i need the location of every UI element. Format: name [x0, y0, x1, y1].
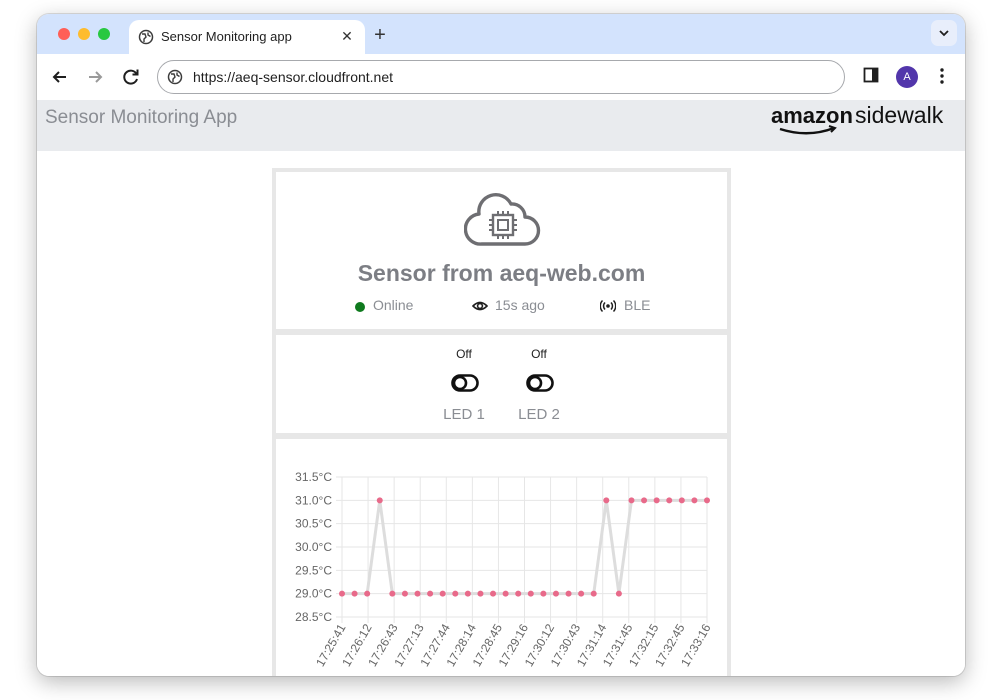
data-point [678, 497, 685, 504]
last-seen: 15s ago [495, 297, 545, 313]
data-point [704, 497, 710, 504]
tab-sensor-monitoring[interactable]: Sensor Monitoring app ✕ [129, 20, 365, 54]
y-tick-label: 31.5°C [295, 470, 332, 484]
y-tick-label: 29.5°C [295, 563, 332, 577]
minimize-window-button[interactable] [78, 28, 90, 40]
data-point [351, 590, 358, 597]
temperature-chart: 28.5°C 29.0°C 29.5°C 30.0°C 30.5°C 31.0°C 31.5… [295, 470, 714, 669]
data-point [452, 590, 459, 597]
data-point [603, 497, 610, 504]
online-status-dot [355, 302, 365, 312]
data-point [515, 590, 522, 597]
data-point [653, 497, 660, 504]
data-point [376, 497, 383, 504]
data-point [615, 590, 622, 597]
data-point [427, 590, 434, 597]
y-tick-label: 28.5°C [295, 610, 332, 624]
tab-title: Sensor Monitoring app [161, 29, 292, 44]
app-header: Sensor Monitoring App amazon sidewalk [37, 100, 965, 151]
data-point [590, 590, 597, 597]
new-tab-button[interactable]: + [369, 24, 391, 46]
data-point [552, 590, 559, 597]
url-text: https://aeq-sensor.cloudfront.net [193, 69, 394, 85]
data-point [364, 590, 371, 597]
tab-close-icon[interactable]: ✕ [337, 26, 357, 46]
data-point [414, 590, 421, 597]
led-2-label: LED 2 [518, 406, 560, 423]
page-content: Sensor Monitoring App amazon sidewalk Se… [37, 100, 965, 676]
globe-icon [138, 29, 154, 45]
amazon-smile-icon [779, 126, 835, 135]
y-tick-label: 30.0°C [295, 540, 332, 554]
data-point [628, 497, 635, 504]
more-menu-icon[interactable] [935, 66, 949, 86]
data-point [565, 590, 572, 597]
close-window-button[interactable] [58, 28, 70, 40]
data-point [540, 590, 547, 597]
browser-toolbar: https://aeq-sensor.cloudfront.net A [37, 54, 965, 100]
profile-avatar[interactable]: A [896, 66, 918, 88]
data-point [464, 590, 471, 597]
side-panel-icon[interactable] [863, 66, 879, 84]
chevron-down-icon [939, 30, 949, 37]
temperature-chart-card: 28.5°C 29.0°C 29.5°C 30.0°C 30.5°C 31.0°C 31.5… [276, 439, 727, 676]
eye-icon [472, 301, 488, 311]
y-tick-label: 31.0°C [295, 493, 332, 507]
data-point [666, 497, 673, 504]
data-point [401, 590, 408, 597]
amazon-sidewalk-logo: amazon sidewalk [771, 102, 944, 135]
sensor-panel: Sensor from aeq-web.com Online 15s ago B… [272, 168, 731, 676]
connection-type: BLE [624, 297, 651, 313]
logo-word-amazon: amazon [771, 103, 853, 128]
data-point [578, 590, 585, 597]
app-title: Sensor Monitoring App [45, 107, 238, 128]
forward-arrow-icon[interactable] [83, 65, 107, 89]
data-point [439, 590, 446, 597]
data-point [502, 590, 509, 597]
data-point [641, 497, 648, 504]
data-point [691, 497, 698, 504]
back-arrow-icon[interactable] [48, 65, 72, 89]
sensor-info-card: Sensor from aeq-web.com Online 15s ago B… [276, 172, 727, 329]
tab-search-button[interactable] [931, 20, 957, 46]
led-1-toggle[interactable] [451, 374, 479, 392]
site-info-icon[interactable] [167, 69, 183, 85]
reload-icon[interactable] [119, 65, 143, 89]
led-controls-card: Off LED 1 Off LED 2 [276, 335, 727, 433]
data-point [477, 590, 484, 597]
led-2-toggle[interactable] [526, 374, 554, 392]
data-point [389, 590, 396, 597]
sensor-name: Sensor from aeq-web.com [357, 260, 646, 286]
data-point [490, 590, 497, 597]
broadcast-signal-icon [600, 299, 616, 313]
data-point [527, 590, 534, 597]
cloud-chip-icon [464, 193, 541, 246]
maximize-window-button[interactable] [98, 28, 110, 40]
sensor-status: Online [373, 297, 414, 313]
tab-strip: Sensor Monitoring app ✕ + [37, 14, 965, 54]
led-2-state: Off [531, 347, 547, 361]
y-tick-label: 29.0°C [295, 587, 332, 601]
address-bar[interactable]: https://aeq-sensor.cloudfront.net [157, 60, 845, 94]
y-tick-label: 30.5°C [295, 517, 332, 531]
data-point [339, 590, 345, 597]
browser-window: Sensor Monitoring app ✕ + https://aeq-se… [37, 14, 965, 676]
logo-word-sidewalk: sidewalk [855, 102, 944, 128]
